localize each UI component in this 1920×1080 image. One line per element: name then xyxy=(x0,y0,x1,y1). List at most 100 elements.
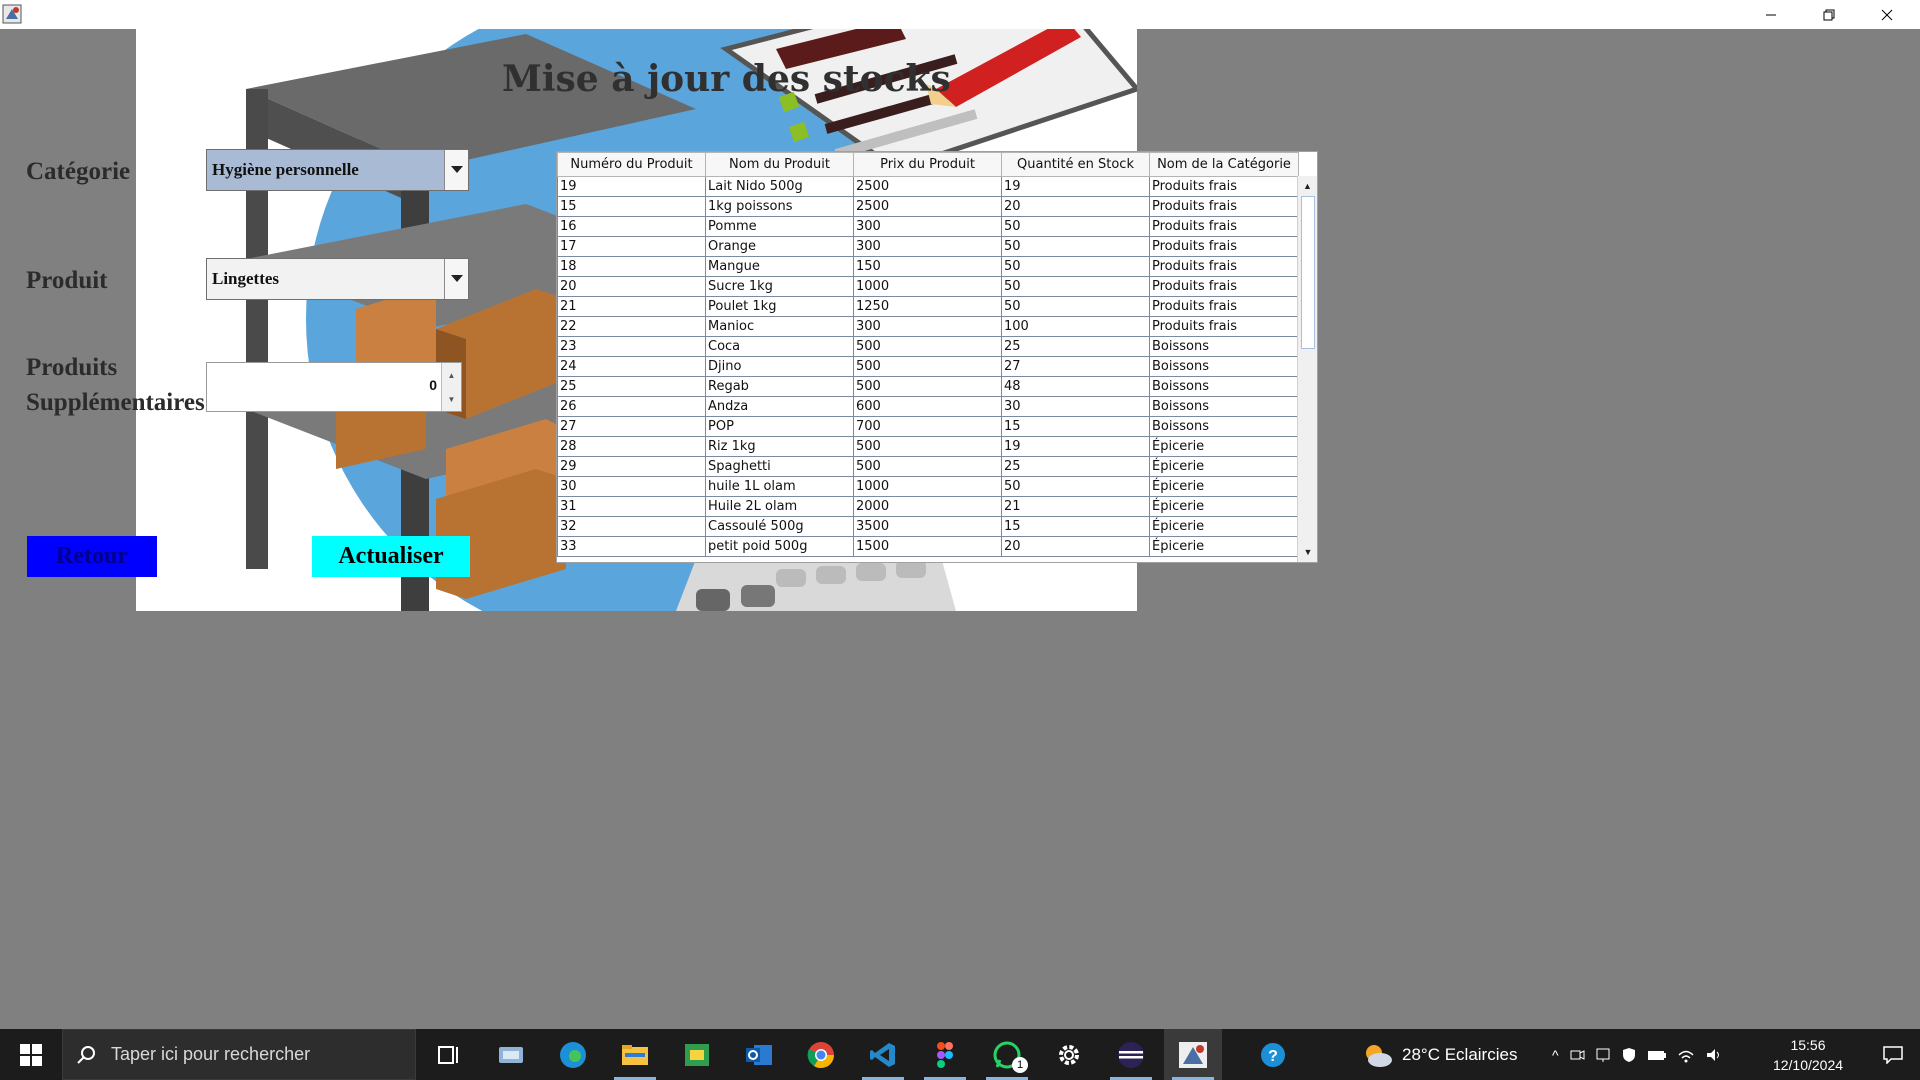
table-cell[interactable]: 1250 xyxy=(853,296,1002,317)
table-cell[interactable]: 3500 xyxy=(853,516,1002,537)
table-cell[interactable]: Épicerie xyxy=(1149,456,1299,477)
table-cell[interactable]: Épicerie xyxy=(1149,436,1299,457)
table-cell[interactable]: Coca xyxy=(705,336,854,357)
table-cell[interactable]: huile 1L olam xyxy=(705,476,854,497)
table-row[interactable]: 31 Huile 2L olam 2000 21 Épicerie xyxy=(557,496,1299,517)
column-header[interactable]: Prix du Produit xyxy=(853,152,1002,177)
battery-icon[interactable] xyxy=(1647,1048,1667,1062)
table-cell[interactable]: 32 xyxy=(557,516,706,537)
table-cell[interactable]: Produits frais xyxy=(1149,296,1299,317)
table-cell[interactable]: 20 xyxy=(557,276,706,297)
table-cell[interactable]: 50 xyxy=(1001,276,1150,297)
taskbar-app-edge[interactable] xyxy=(544,1029,602,1080)
table-cell[interactable]: 26 xyxy=(557,396,706,417)
table-cell[interactable]: 15 xyxy=(1001,516,1150,537)
taskbar-app-outlook[interactable] xyxy=(730,1029,788,1080)
taskbar-search-box[interactable]: Taper ici pour rechercher xyxy=(62,1029,416,1080)
table-cell[interactable]: 2000 xyxy=(853,496,1002,517)
table-cell[interactable]: Sucre 1kg xyxy=(705,276,854,297)
table-cell[interactable]: Cassoulé 500g xyxy=(705,516,854,537)
table-cell[interactable]: Boissons xyxy=(1149,376,1299,397)
scroll-down-button[interactable]: ▼ xyxy=(1298,542,1317,562)
table-cell[interactable]: 15 xyxy=(557,196,706,217)
table-cell[interactable]: 21 xyxy=(1001,496,1150,517)
table-cell[interactable]: 150 xyxy=(853,256,1002,277)
table-cell[interactable]: Spaghetti xyxy=(705,456,854,477)
scroll-up-button[interactable]: ▲ xyxy=(1298,176,1317,196)
table-cell[interactable]: 16 xyxy=(557,216,706,237)
column-header[interactable]: Quantité en Stock xyxy=(1001,152,1150,177)
table-cell[interactable]: 28 xyxy=(557,436,706,457)
update-button[interactable]: Actualiser xyxy=(312,536,470,577)
taskbar-app-explorer[interactable] xyxy=(482,1029,540,1080)
table-cell[interactable]: 500 xyxy=(853,356,1002,377)
table-cell[interactable]: 29 xyxy=(557,456,706,477)
table-row[interactable]: 30 huile 1L olam 1000 50 Épicerie xyxy=(557,476,1299,497)
taskbar-app-vscode[interactable] xyxy=(854,1029,912,1080)
table-cell[interactable]: Lait Nido 500g xyxy=(705,176,854,197)
table-cell[interactable]: 27 xyxy=(557,416,706,437)
table-row[interactable]: 29 Spaghetti 500 25 Épicerie xyxy=(557,456,1299,477)
table-row[interactable]: 24 Djino 500 27 Boissons xyxy=(557,356,1299,377)
system-clock[interactable]: 15:56 12/10/2024 xyxy=(1760,1035,1856,1075)
table-row[interactable]: 27 POP 700 15 Boissons xyxy=(557,416,1299,437)
table-cell[interactable]: 23 xyxy=(557,336,706,357)
table-row[interactable]: 25 Regab 500 48 Boissons xyxy=(557,376,1299,397)
table-cell[interactable]: Produits frais xyxy=(1149,176,1299,197)
taskbar-app-whatsapp[interactable]: 1 xyxy=(978,1029,1036,1080)
table-cell[interactable]: 25 xyxy=(1001,336,1150,357)
table-cell[interactable]: 1500 xyxy=(853,536,1002,557)
table-row[interactable]: 16 Pomme 300 50 Produits frais xyxy=(557,216,1299,237)
table-cell[interactable]: 22 xyxy=(557,316,706,337)
table-cell[interactable]: Huile 2L olam xyxy=(705,496,854,517)
chevron-up-icon[interactable]: ^ xyxy=(1552,1047,1559,1063)
table-cell[interactable]: Produits frais xyxy=(1149,276,1299,297)
table-cell[interactable]: 700 xyxy=(853,416,1002,437)
taskbar-app-settings[interactable] xyxy=(1040,1029,1098,1080)
table-cell[interactable]: 1000 xyxy=(853,476,1002,497)
network-adapter-icon[interactable] xyxy=(1595,1047,1611,1063)
table-cell[interactable]: POP xyxy=(705,416,854,437)
table-cell[interactable]: Produits frais xyxy=(1149,216,1299,237)
table-cell[interactable]: 2500 xyxy=(853,176,1002,197)
column-header[interactable]: Numéro du Produit xyxy=(557,152,706,177)
table-cell[interactable]: Djino xyxy=(705,356,854,377)
scrollbar-thumb[interactable] xyxy=(1301,196,1315,349)
notifications-button[interactable] xyxy=(1866,1029,1920,1080)
table-cell[interactable]: 300 xyxy=(853,316,1002,337)
back-button[interactable]: Retour xyxy=(27,536,157,577)
task-view-button[interactable] xyxy=(420,1029,478,1080)
table-row[interactable]: 32 Cassoulé 500g 3500 15 Épicerie xyxy=(557,516,1299,537)
table-cell[interactable]: Regab xyxy=(705,376,854,397)
table-cell[interactable]: Produits frais xyxy=(1149,256,1299,277)
table-cell[interactable]: Andza xyxy=(705,396,854,417)
table-row[interactable]: 28 Riz 1kg 500 19 Épicerie xyxy=(557,436,1299,457)
table-cell[interactable]: 24 xyxy=(557,356,706,377)
table-cell[interactable]: 19 xyxy=(1001,436,1150,457)
table-row[interactable]: 20 Sucre 1kg 1000 50 Produits frais xyxy=(557,276,1299,297)
taskbar-app-java[interactable] xyxy=(1164,1029,1222,1080)
security-shield-icon[interactable] xyxy=(1621,1047,1637,1063)
table-cell[interactable]: 300 xyxy=(853,236,1002,257)
table-cell[interactable]: Boissons xyxy=(1149,396,1299,417)
table-cell[interactable]: 25 xyxy=(557,376,706,397)
table-cell[interactable]: Produits frais xyxy=(1149,196,1299,217)
table-row[interactable]: 21 Poulet 1kg 1250 50 Produits frais xyxy=(557,296,1299,317)
table-cell[interactable]: 100 xyxy=(1001,316,1150,337)
table-cell[interactable]: Épicerie xyxy=(1149,536,1299,557)
category-dropdown-button[interactable] xyxy=(444,150,468,190)
table-cell[interactable]: 1000 xyxy=(853,276,1002,297)
table-cell[interactable]: 21 xyxy=(557,296,706,317)
table-cell[interactable]: Poulet 1kg xyxy=(705,296,854,317)
table-row[interactable]: 26 Andza 600 30 Boissons xyxy=(557,396,1299,417)
minimize-button[interactable] xyxy=(1742,0,1800,29)
table-cell[interactable]: 30 xyxy=(557,476,706,497)
taskbar-app-sheets[interactable] xyxy=(668,1029,726,1080)
table-cell[interactable]: 30 xyxy=(1001,396,1150,417)
table-cell[interactable]: Orange xyxy=(705,236,854,257)
taskbar-app-file-explorer[interactable] xyxy=(606,1029,664,1080)
table-cell[interactable]: 50 xyxy=(1001,296,1150,317)
table-cell[interactable]: 2500 xyxy=(853,196,1002,217)
table-cell[interactable]: 33 xyxy=(557,536,706,557)
table-cell[interactable]: 25 xyxy=(1001,456,1150,477)
